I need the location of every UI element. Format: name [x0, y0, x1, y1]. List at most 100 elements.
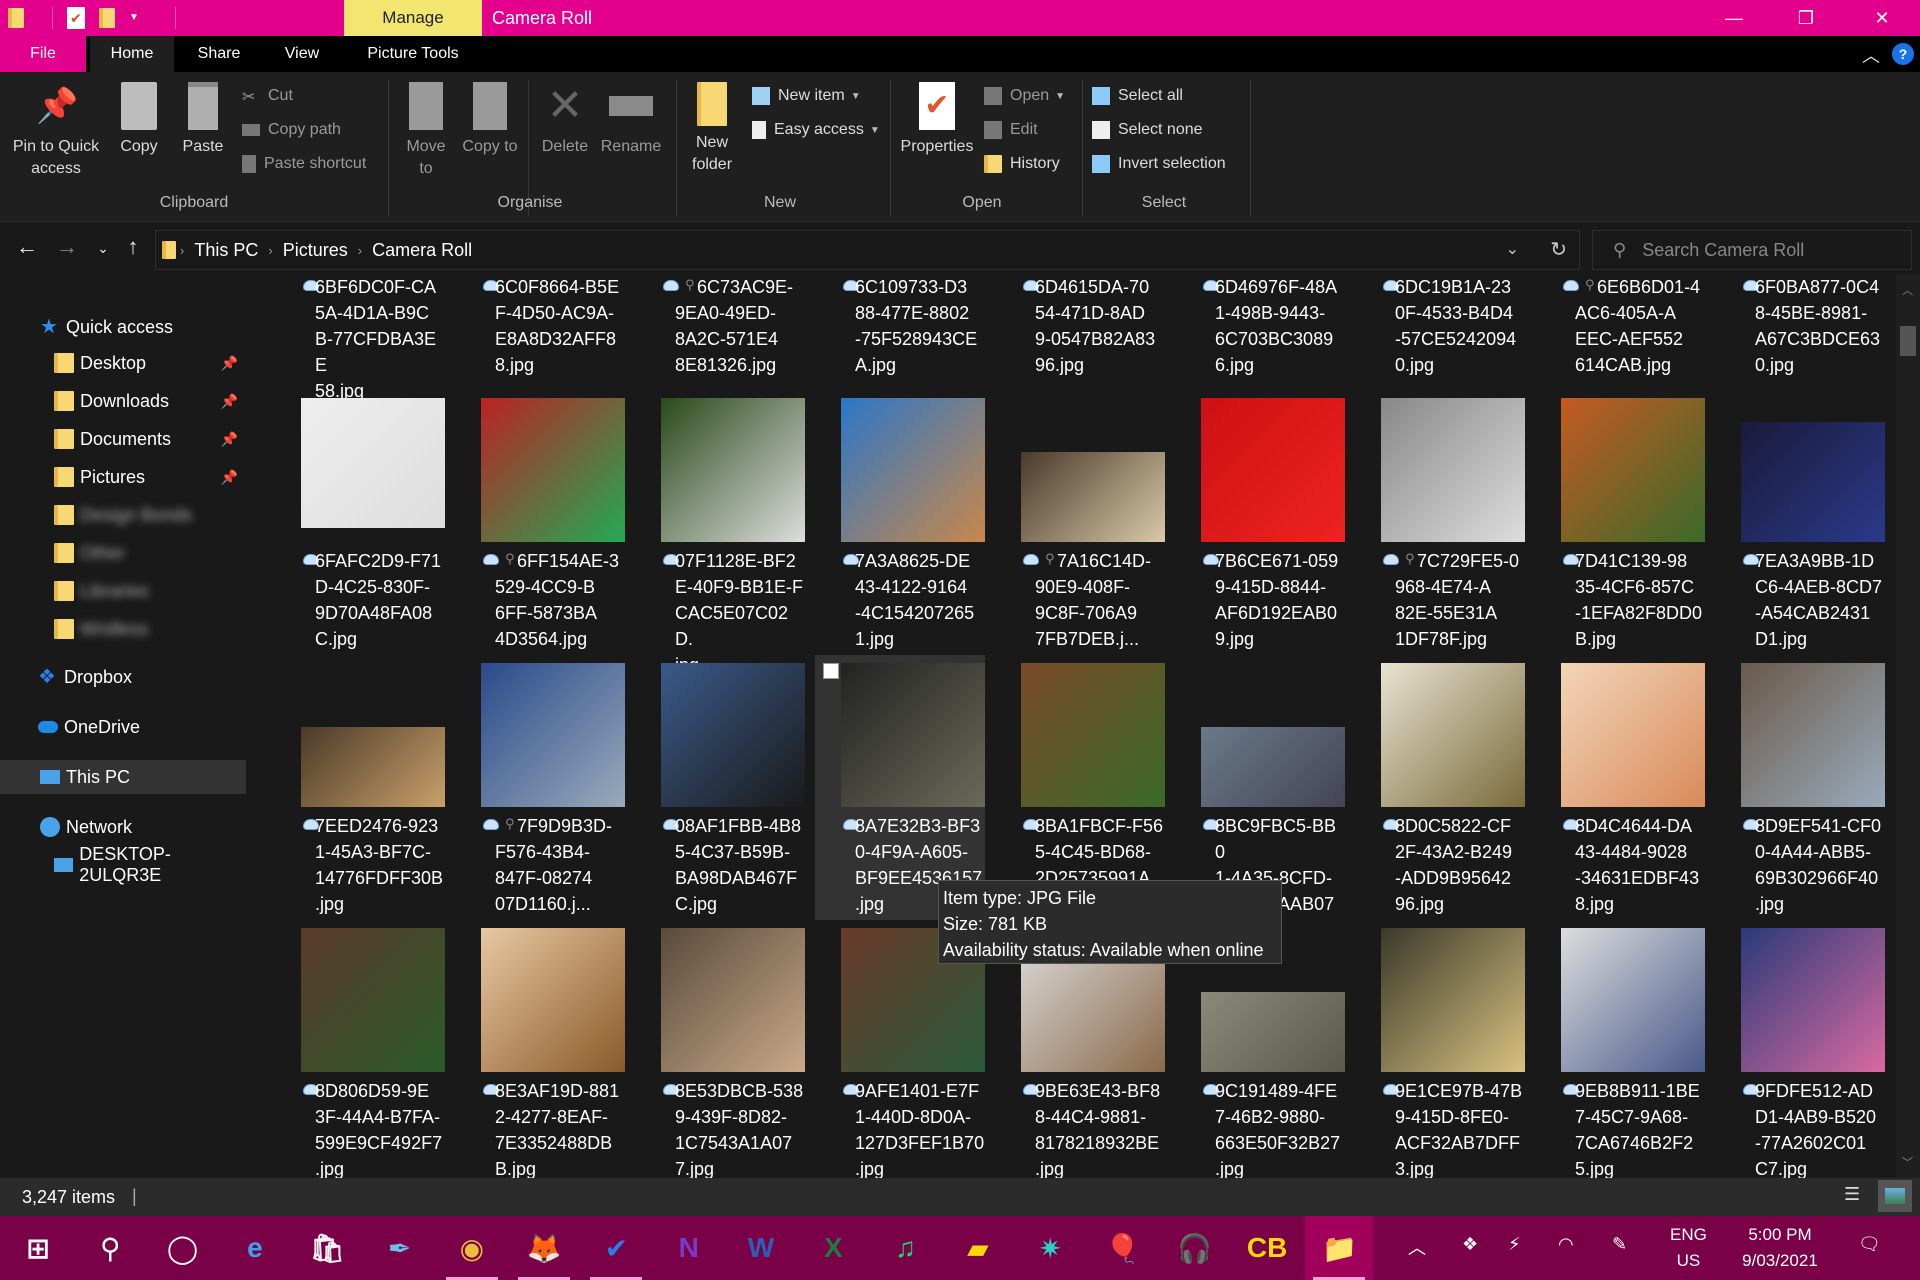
image-thumbnail[interactable] — [481, 398, 625, 542]
file-item[interactable]: ⚲ 6FF154AE-3 529-4CC9-B 6FF-5873BA 4D3564.jp… — [455, 390, 625, 655]
image-thumbnail[interactable] — [481, 928, 625, 1072]
file-item[interactable]: 8D0C5822-CF 2F-43A2-B249 -ADD9B95642 96.jpg — [1355, 655, 1525, 920]
image-thumbnail[interactable] — [1381, 928, 1525, 1072]
image-thumbnail[interactable] — [841, 398, 985, 542]
taskbar-quill[interactable]: ✒ — [366, 1216, 434, 1280]
tab-picture-tools[interactable]: Picture Tools — [344, 36, 482, 72]
taskbar-cortana[interactable]: ◯ — [149, 1216, 217, 1280]
pin-icon[interactable]: 📌 — [221, 393, 238, 410]
pin-icon[interactable]: 📌 — [221, 355, 238, 372]
pen-icon[interactable]: ✎ — [1612, 1234, 1627, 1255]
file-item[interactable]: 7A3A8625-DE 43-4122-9164 -4C154207265 1.jpg — [815, 390, 985, 655]
copy-path-button[interactable]: Copy path — [242, 118, 341, 142]
taskbar-spotify[interactable]: ♫ — [872, 1216, 940, 1280]
taskbar-firefox[interactable]: 🦊 — [510, 1216, 578, 1280]
edit-button[interactable]: Edit — [984, 118, 1038, 142]
sidebar-item-folder[interactable]: Libraries — [0, 574, 246, 608]
invert-selection-button[interactable]: Invert selection — [1092, 152, 1226, 176]
up-button[interactable]: ↑ — [118, 234, 148, 260]
new-item-button[interactable]: New item ▼ — [752, 84, 861, 108]
sidebar-item-dropbox[interactable]: ❖ Dropbox — [0, 660, 246, 694]
select-none-button[interactable]: Select none — [1092, 118, 1203, 142]
paste-shortcut-button[interactable]: Paste shortcut — [242, 152, 366, 176]
file-item[interactable]: 08AF1FBB-4B8 5-4C37-B59B- BA98DAB467F C.jpg — [635, 655, 805, 920]
sidebar-item-quick-access[interactable]: ★ Quick access — [0, 310, 246, 344]
address-dropdown-icon[interactable]: ⌄ — [1506, 239, 1519, 259]
taskbar-balloons[interactable]: 🎈 — [1089, 1216, 1157, 1280]
file-item[interactable]: ⚲ 7A16C14D- 90E9-408F- 9C8F-706A9 7FB7DEB.j.… — [995, 390, 1165, 655]
file-item[interactable]: 9E1CE97B-47B 9-415D-8FE0- ACF32AB7DFF 3.jpg — [1355, 920, 1525, 1178]
new-folder-button[interactable]: New folder — [684, 82, 740, 176]
sidebar-item-onedrive[interactable]: OneDrive — [0, 710, 246, 744]
search-box[interactable]: ⚲ — [1592, 230, 1912, 270]
file-item[interactable]: ⚲ 7F9D9B3D- F576-43B4- 847F-08274 07D1160.j.… — [455, 655, 625, 920]
new-folder-icon[interactable] — [99, 8, 115, 28]
move-to-button[interactable]: Move to — [398, 82, 454, 180]
vertical-scrollbar[interactable]: ︿ ﹀ — [1896, 274, 1920, 1178]
taskbar-word[interactable]: W — [727, 1216, 795, 1280]
file-item[interactable]: 7EED2476-923 1-45A3-BF7C- 14776FDFF30B .jpg — [275, 655, 445, 920]
sidebar-item-folder[interactable]: Other — [0, 536, 246, 570]
tab-file[interactable]: File — [0, 36, 86, 72]
dropbox-tray-icon[interactable]: ❖ — [1462, 1234, 1478, 1255]
taskbar-sticky-notes[interactable]: ▰ — [944, 1216, 1012, 1280]
sidebar-item-folder[interactable]: Wridless — [0, 612, 246, 646]
image-thumbnail[interactable] — [1561, 398, 1705, 542]
file-item[interactable]: 8D4C4644-DA 43-4484-9028 -34631EDBF43 8.jpg — [1535, 655, 1705, 920]
taskbar-excel[interactable]: X — [799, 1216, 867, 1280]
taskbar-microsoft-edge[interactable]: e — [221, 1216, 289, 1280]
taskbar-microsoft-to-do[interactable]: ✔ — [582, 1216, 650, 1280]
clock[interactable]: 5:00 PM 9/03/2021 — [1720, 1222, 1840, 1274]
language-indicator[interactable]: ENG US — [1670, 1222, 1707, 1274]
image-thumbnail[interactable] — [1741, 663, 1885, 807]
back-button[interactable]: ← — [12, 234, 42, 260]
cut-button[interactable]: ✂ Cut — [242, 84, 293, 108]
collapse-ribbon-icon[interactable]: ︿ — [1862, 42, 1880, 68]
large-icons-view-icon[interactable] — [1878, 1180, 1912, 1212]
image-thumbnail[interactable] — [661, 928, 805, 1072]
image-thumbnail[interactable] — [1741, 928, 1885, 1072]
taskbar-microsoft-store[interactable]: 🛍 — [293, 1216, 361, 1280]
rename-button[interactable]: Rename — [598, 82, 664, 158]
sidebar-item-downloads[interactable]: Downloads 📌 — [0, 384, 246, 418]
sidebar-item-pictures[interactable]: Pictures 📌 — [0, 460, 246, 494]
search-input[interactable] — [1642, 239, 1883, 261]
properties-icon[interactable]: ✔ — [67, 7, 85, 29]
taskbar-search[interactable]: ⚲ — [76, 1216, 144, 1280]
history-button[interactable]: History — [984, 152, 1060, 176]
pin-to-quick-access-button[interactable]: 📌 Pin to Quick access — [6, 82, 106, 180]
manage-contextual-tab[interactable]: Manage — [344, 0, 482, 36]
properties-button[interactable]: ✔ Properties — [898, 82, 976, 158]
taskbar-start[interactable]: ⊞ — [4, 1216, 72, 1280]
sidebar-item-folder[interactable]: Design Bonds — [0, 498, 246, 532]
image-thumbnail[interactable] — [1201, 992, 1345, 1072]
image-thumbnail[interactable] — [841, 663, 985, 807]
paste-button[interactable]: Paste — [178, 82, 228, 158]
file-item[interactable]: 8E3AF19D-881 2-4277-8EAF- 7E3352488DB B.jpg — [455, 920, 625, 1178]
image-thumbnail[interactable] — [1381, 398, 1525, 542]
pin-icon[interactable]: 📌 — [221, 431, 238, 448]
refresh-icon[interactable]: ↻ — [1550, 237, 1567, 262]
copy-to-button[interactable]: Copy to — [462, 82, 518, 158]
breadcrumb-pictures[interactable]: Pictures — [283, 240, 348, 261]
scroll-thumb[interactable] — [1900, 326, 1916, 356]
address-bar[interactable]: › This PC › Pictures › Camera Roll ⌄ ↻ — [155, 230, 1580, 270]
customize-qat-icon[interactable]: ▼ — [129, 7, 147, 29]
file-item[interactable]: ⚲ 7C729FE5-0 968-4E74-A 82E-55E31A 1DF78F.jp… — [1355, 390, 1525, 655]
sidebar-item-desktop[interactable]: Desktop 📌 — [0, 346, 246, 380]
scroll-up-icon[interactable]: ︿ — [1902, 282, 1913, 298]
taskbar-app[interactable]: ✷ — [1016, 1216, 1084, 1280]
pin-icon[interactable]: 📌 — [221, 469, 238, 486]
image-thumbnail[interactable] — [1201, 727, 1345, 807]
image-thumbnail[interactable] — [1021, 452, 1165, 542]
select-all-button[interactable]: Select all — [1092, 84, 1183, 108]
file-item[interactable]: 8D9EF541-CF0 0-4A44-ABB5- 69B302966F40 .jpg — [1715, 655, 1885, 920]
open-button[interactable]: Open ▼ — [984, 84, 1065, 108]
image-thumbnail[interactable] — [301, 398, 445, 528]
image-thumbnail[interactable] — [661, 663, 805, 807]
minimize-button[interactable]: — — [1704, 0, 1764, 36]
help-icon[interactable]: ? — [1892, 43, 1914, 65]
easy-access-button[interactable]: Easy access ▼ — [752, 118, 880, 142]
sidebar-item-this-pc[interactable]: This PC — [0, 760, 246, 794]
show-hidden-icons[interactable]: ︿ — [1408, 1234, 1426, 1260]
